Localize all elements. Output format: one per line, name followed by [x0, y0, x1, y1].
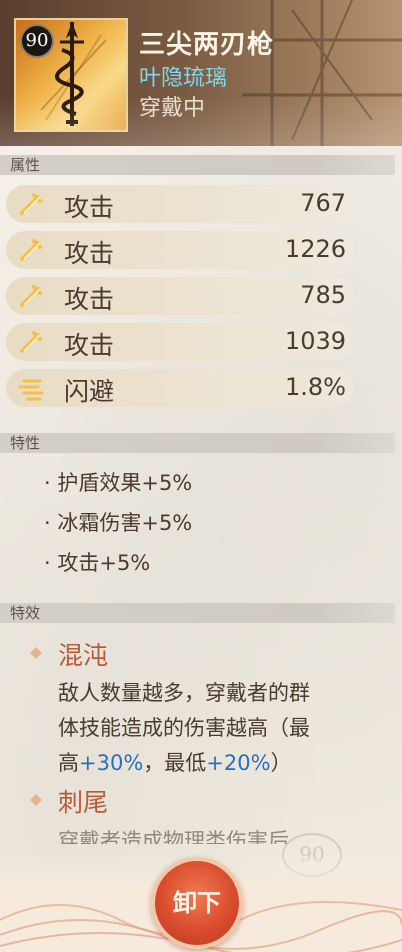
attribute-label: 攻击 — [64, 239, 115, 268]
effect-desc-line: 体技能造成的伤害越高（最 — [58, 716, 310, 740]
section-header-attributes: 属性 — [0, 155, 395, 175]
effect-desc-line: 敌人数量越多，穿戴者的群 — [58, 681, 310, 705]
attribute-label: 攻击 — [64, 331, 115, 360]
sword-icon — [20, 239, 42, 261]
sword-icon — [20, 285, 42, 307]
attribute-label: 攻击 — [64, 193, 115, 222]
attribute-value: 767 — [300, 189, 346, 217]
effect-highlight-value: +20% — [206, 751, 271, 775]
sword-icon — [20, 331, 42, 353]
effect-highlight-value: +30% — [79, 751, 144, 775]
attribute-value: 1.8% — [285, 373, 346, 401]
attribute-row: 攻击 1039 — [6, 323, 354, 361]
attribute-row: 攻击 785 — [6, 277, 354, 315]
item-level-badge: 90 — [20, 24, 54, 58]
attribute-label: 攻击 — [64, 285, 115, 314]
attribute-row: 攻击 1226 — [6, 231, 354, 269]
trait-item: · 冰霜伤害+5% — [44, 511, 193, 535]
item-header: 90 三尖两刃枪 叶隐琉璃 穿戴中 — [0, 0, 402, 146]
dodge-icon — [18, 379, 44, 401]
trait-item: · 攻击+5% — [44, 551, 151, 575]
equipment-detail-panel: 90 三尖两刃枪 叶隐琉璃 穿戴中 属性 攻击 767 攻击 1226 攻击 7… — [0, 0, 402, 952]
attribute-row: 闪避 1.8% — [6, 369, 354, 407]
attribute-value: 785 — [300, 281, 346, 309]
diamond-bullet-icon — [30, 794, 42, 806]
header-decoration — [242, 0, 402, 146]
sword-icon — [20, 193, 42, 215]
item-status: 穿戴中 — [139, 96, 206, 121]
item-subtitle: 叶隐琉璃 — [139, 66, 228, 91]
diamond-bullet-icon — [30, 647, 42, 659]
attribute-value: 1039 — [284, 327, 346, 355]
attribute-value: 1226 — [284, 235, 346, 263]
section-header-effects: 特效 — [0, 603, 395, 623]
unequip-button[interactable]: 卸下 — [151, 857, 243, 949]
effect-title: 刺尾 — [58, 788, 109, 817]
item-name: 三尖两刃枪 — [139, 30, 275, 60]
effect-desc-line: 高+30%，最低+20%） — [58, 751, 292, 775]
section-header-traits: 特性 — [0, 433, 395, 453]
effect-description: 敌人数量越多，穿戴者的群 体技能造成的伤害越高（最 高+30%，最低+20%） — [58, 676, 370, 781]
effect-title: 混沌 — [58, 641, 109, 670]
attribute-row: 攻击 767 — [6, 185, 354, 223]
item-icon-frame[interactable]: 90 — [14, 18, 128, 132]
trait-item: · 护盾效果+5% — [44, 471, 193, 495]
attribute-label: 闪避 — [64, 377, 115, 406]
